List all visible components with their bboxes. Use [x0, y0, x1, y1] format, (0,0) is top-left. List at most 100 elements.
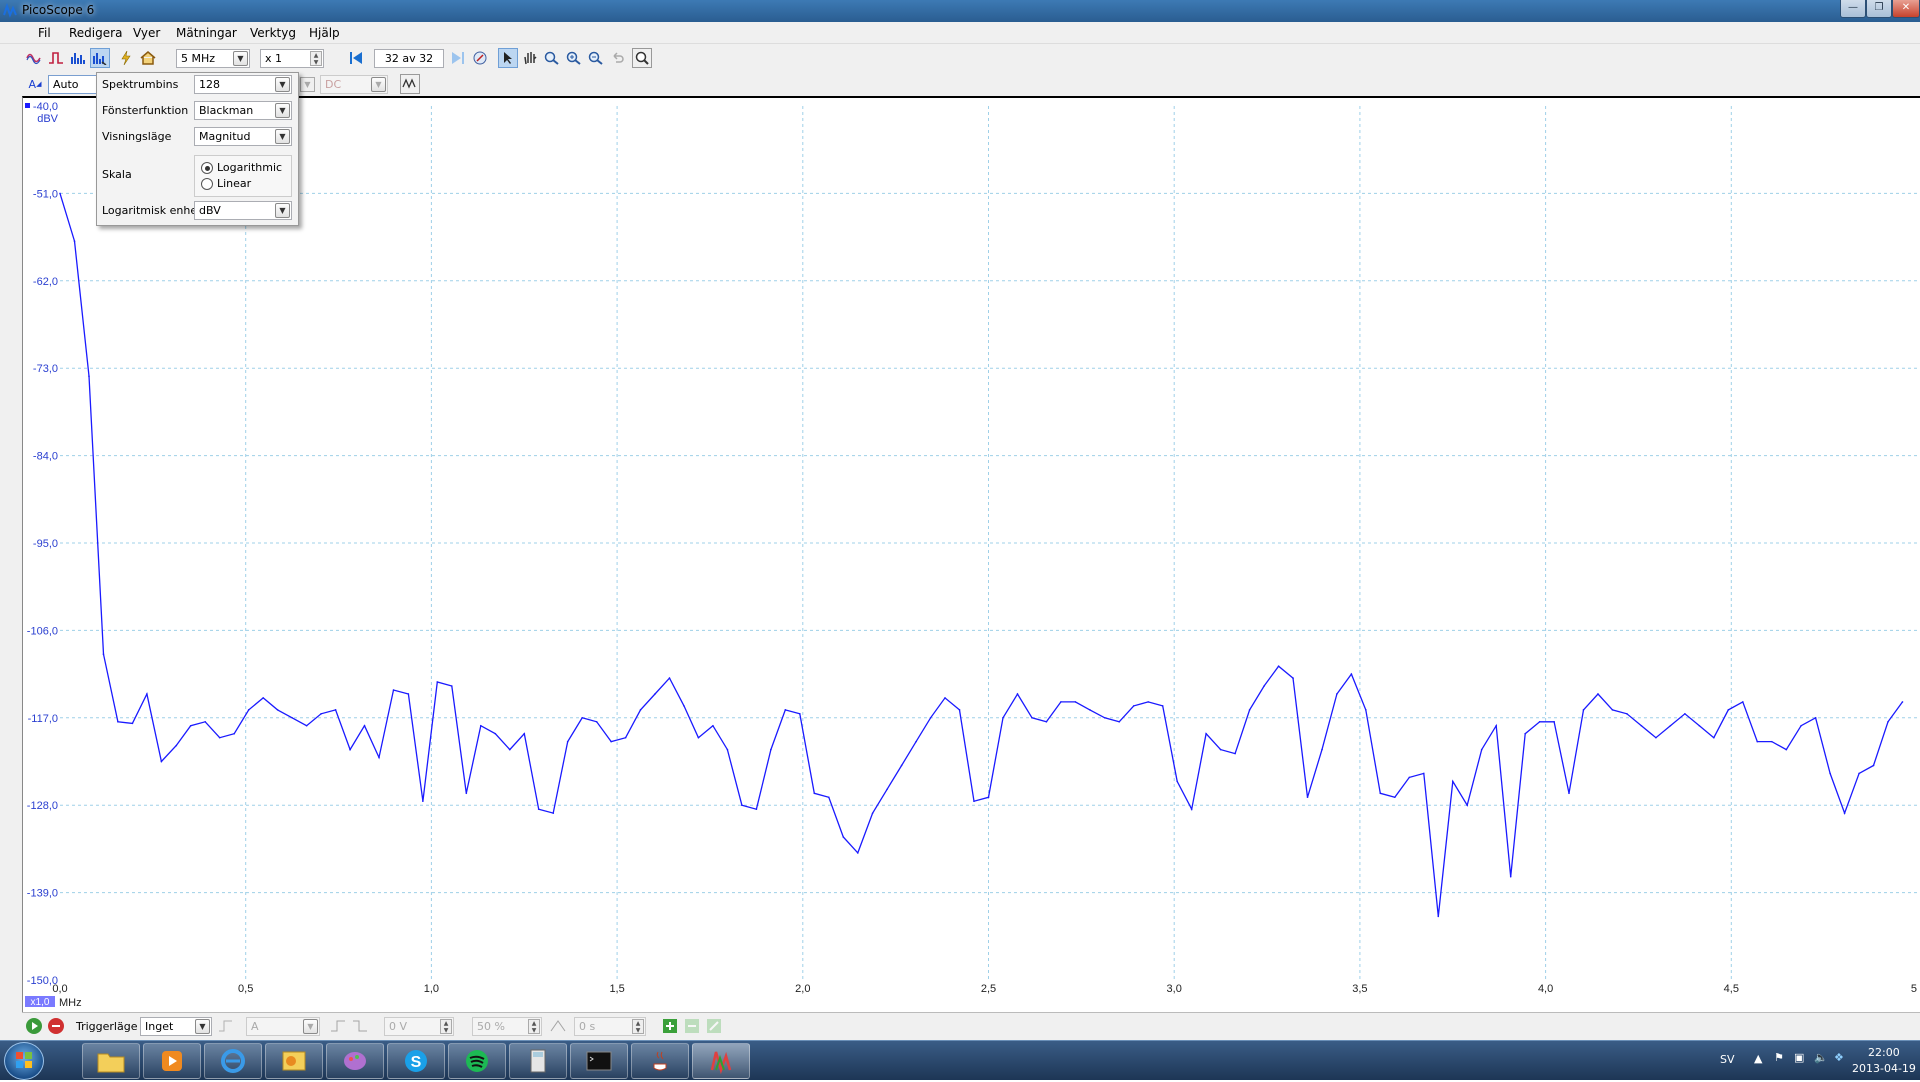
taskbar-internet-explorer[interactable]	[204, 1043, 262, 1079]
taskbar-app-purple[interactable]	[326, 1043, 384, 1079]
window-function-select[interactable]: Blackman ▼	[194, 101, 292, 120]
log-unit-select[interactable]: dBV ▼	[194, 201, 292, 220]
tray-expand-icon[interactable]: ▲	[1754, 1052, 1762, 1065]
volume-icon[interactable]: 🔈	[1814, 1051, 1828, 1064]
skip-back-icon	[350, 52, 362, 64]
menu-vyer[interactable]: Vyer	[133, 26, 160, 40]
spinner-icon[interactable]: ▲ ▼	[310, 51, 322, 66]
close-button[interactable]: ✕	[1892, 0, 1920, 18]
zoom-out-icon	[588, 51, 603, 65]
pan-tool-button[interactable]	[520, 48, 540, 68]
taskbar-calculator[interactable]	[509, 1043, 567, 1079]
menu-matningar[interactable]: Mätningar	[176, 26, 237, 40]
spinner-icon[interactable]: ▲ ▼	[440, 1019, 452, 1034]
taskbar-command-prompt[interactable]	[570, 1043, 628, 1079]
taskbar-spotify[interactable]	[448, 1043, 506, 1079]
add-measurement-button[interactable]	[660, 1016, 680, 1036]
taskbar-java[interactable]	[631, 1043, 689, 1079]
trigger-delay-field[interactable]: 0 s ▲ ▼	[574, 1017, 646, 1036]
x-tick-label: 4,0	[1538, 983, 1553, 995]
zoom-in-button[interactable]	[564, 48, 584, 68]
advanced-trigger-button[interactable]	[216, 1016, 236, 1036]
taskbar-outlook[interactable]	[265, 1043, 323, 1079]
spinner-icon[interactable]: ▲ ▼	[632, 1019, 644, 1034]
buffer-overview-button[interactable]	[470, 48, 490, 68]
menu-hjalp[interactable]: Hjälp	[309, 26, 340, 40]
clock-time[interactable]: 22:00	[1868, 1046, 1900, 1059]
taskbar-skype[interactable]: S	[387, 1043, 445, 1079]
spectrum-trace	[59, 193, 1904, 917]
previous-buffer-button[interactable]	[346, 48, 366, 68]
spectrum-options-button[interactable]	[90, 48, 110, 68]
coupling-select[interactable]: DC ▼	[320, 75, 388, 94]
trigger-level-field[interactable]: 0 V ▲ ▼	[384, 1017, 454, 1036]
start-button[interactable]	[24, 1016, 44, 1036]
network-icon[interactable]: ▣	[1794, 1051, 1804, 1064]
channel-a-button[interactable]: A ◢	[24, 74, 46, 94]
channel-options-button[interactable]	[400, 74, 420, 94]
radio-linear[interactable]	[201, 178, 213, 190]
start-button[interactable]	[4, 1042, 44, 1080]
data-point	[1089, 709, 1091, 711]
data-point	[813, 792, 816, 795]
channel-range-arrow[interactable]: ▼	[300, 77, 315, 92]
next-buffer-button[interactable]	[448, 48, 468, 68]
data-point	[1901, 701, 1904, 703]
delay-button[interactable]	[548, 1016, 568, 1036]
spectrum-plot[interactable]: -40,0 -51,0 -62,0 -73,0 -84,0 -95,0 -106,0 -117…	[22, 96, 1920, 1012]
stop-icon	[48, 1018, 64, 1034]
spinner-icon[interactable]: ▲ ▼	[528, 1019, 540, 1034]
scope-mode-button[interactable]	[24, 48, 44, 68]
menu-redigera[interactable]: Redigera	[69, 26, 122, 40]
menu-verktyg[interactable]: Verktyg	[250, 26, 296, 40]
plus-icon	[663, 1019, 677, 1033]
restore-button[interactable]: ❐	[1866, 0, 1892, 18]
dropbox-icon[interactable]: ❖	[1834, 1051, 1844, 1064]
collection-time-select[interactable]: 5 MHz ▼	[176, 49, 250, 68]
rising-edge-button[interactable]	[328, 1016, 348, 1036]
chevron-down-icon: ▼	[275, 203, 290, 218]
data-point	[334, 709, 337, 711]
windows-taskbar: S SV ▲ ⚑ ▣ 🔈 ❖ 22:00 2013-04-19	[0, 1040, 1920, 1080]
data-point	[697, 736, 700, 739]
radio-logarithmic[interactable]	[201, 162, 213, 174]
zoom-area-button[interactable]	[542, 48, 562, 68]
channel-range-select[interactable]: Auto	[48, 75, 102, 94]
linear-label: Linear	[217, 177, 252, 190]
data-point	[1132, 705, 1135, 707]
taskbar-explorer[interactable]	[82, 1043, 140, 1079]
minimize-button[interactable]: —	[1840, 0, 1866, 18]
y-unit-label: dBV	[37, 113, 58, 125]
data-point	[189, 724, 192, 727]
taskbar-media-player[interactable]	[143, 1043, 201, 1079]
bins-select[interactable]: 128 ▼	[194, 75, 292, 94]
language-indicator[interactable]: SV	[1720, 1053, 1735, 1066]
menu-fil[interactable]: Fil	[38, 26, 51, 40]
spectrum-mode-button[interactable]	[68, 48, 88, 68]
magnification-select[interactable]: x 1 ▲ ▼	[260, 49, 324, 68]
taskbar-picoscope[interactable]	[692, 1043, 750, 1079]
zoom-out-button[interactable]	[586, 48, 606, 68]
trigger-mode-select[interactable]: Inget ▼	[140, 1017, 212, 1036]
pre-trigger-field[interactable]: 50 % ▲ ▼	[472, 1017, 542, 1036]
undo-zoom-button[interactable]	[608, 48, 628, 68]
select-tool-button[interactable]	[498, 48, 518, 68]
edit-measurement-button[interactable]	[704, 1016, 724, 1036]
data-point	[349, 748, 351, 751]
buffer-navigator[interactable]: 32 av 32	[374, 49, 444, 68]
clock-date[interactable]: 2013-04-19	[1852, 1062, 1916, 1075]
default-setup-button[interactable]	[138, 48, 158, 68]
trigger-source-select[interactable]: A ▼	[246, 1017, 320, 1036]
persistence-mode-button[interactable]	[46, 48, 66, 68]
remove-measurement-button[interactable]	[682, 1016, 702, 1036]
stop-button[interactable]	[46, 1016, 66, 1036]
auto-setup-button[interactable]	[116, 48, 136, 68]
falling-edge-button[interactable]	[350, 1016, 370, 1036]
display-mode-select[interactable]: Magnitud ▼	[194, 127, 292, 146]
flag-icon[interactable]: ⚑	[1774, 1051, 1784, 1064]
magnifier-icon	[544, 51, 559, 65]
data-point	[1074, 701, 1077, 703]
zoom-overview-button[interactable]	[632, 48, 652, 68]
data-point	[378, 756, 380, 759]
square-wave-icon	[49, 52, 63, 64]
